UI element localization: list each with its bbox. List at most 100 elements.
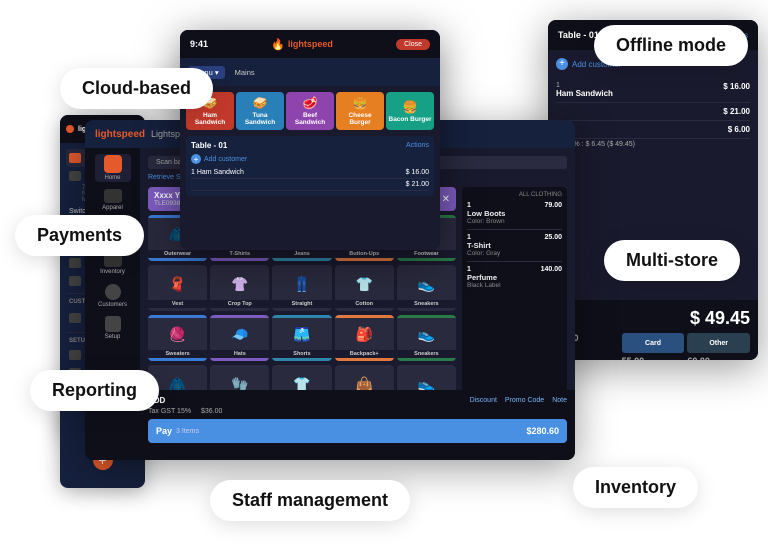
close-icon [69, 258, 81, 268]
status-icon [69, 350, 81, 360]
pay-items: 3 Items [176, 428, 199, 435]
order-item-3: 1 140.00 Perfume Black Label [467, 266, 562, 289]
pos-top-header: 9:41 🔥 lightspeed Close [180, 30, 440, 58]
divider [467, 261, 562, 262]
payments-label: Payments [15, 215, 144, 256]
customer-close-icon[interactable]: ✕ [442, 194, 450, 205]
logo-text: lightspeed [288, 39, 333, 49]
pay-amount: $280.60 [526, 426, 559, 436]
cotton-img: 👕 [335, 268, 394, 300]
subcat-sneakers[interactable]: 👟 Sneakers [397, 265, 456, 311]
tuna-icon: 🥪 [253, 96, 268, 110]
offline-mode-label: Offline mode [594, 25, 748, 66]
tax-row: Tax GST 15% $36.00 [148, 408, 567, 415]
item2-qty: 1 [467, 234, 471, 241]
chip-tuna[interactable]: 🥪 Tuna Sandwich [236, 92, 284, 130]
item1-name: Low Boots [467, 209, 562, 218]
tax-label: Tax GST 15% [148, 408, 191, 415]
cat-sneakers2[interactable]: 👟 Sneakers [397, 315, 456, 361]
item3-sub: Black Label [467, 282, 562, 289]
item2-name: T-Shirt [467, 241, 562, 250]
lightspeed-logo: lightspeed [95, 129, 145, 140]
pay-button[interactable]: Pay 3 Items $280.60 [148, 419, 567, 443]
sidebar-apparel[interactable]: Apparel [95, 186, 131, 214]
ham-label: Ham Sandwich [188, 112, 232, 126]
table-item-2: $ 21.00 [191, 179, 429, 191]
staff-management-label: Staff management [210, 480, 410, 521]
add-customer-row[interactable]: + Add customer [191, 154, 429, 164]
apparel-icon [69, 171, 81, 181]
subcat-cotton[interactable]: 👕 Cotton [335, 265, 394, 311]
chip-bacon[interactable]: 🍔 Bacon Burger [386, 92, 434, 130]
straight-label: Straight [272, 300, 331, 308]
pay-card-button[interactable]: Card [622, 333, 685, 353]
table-section: Table - 01 Actions + Add customer 1 Ham … [186, 136, 434, 196]
pos-top-panel: 9:41 🔥 lightspeed Close menu ▾ Mains 🥪 H… [180, 30, 440, 250]
main-scene: Table - 01 Actions + Add customer 1 Ham … [0, 0, 768, 543]
chip-beef[interactable]: 🥩 Beef Sandwich [286, 92, 334, 130]
button-ups-label: Button-Ups [335, 250, 394, 258]
close-button[interactable]: Close [396, 39, 430, 50]
pos-right-panel: Table - 01 Actions + Add customer 1 Ham … [548, 20, 758, 360]
order-item: 1 Ham Sandwich $ 16.00 [556, 78, 750, 103]
menu-item-mains[interactable]: Mains [229, 66, 261, 79]
sneakers-label: Sneakers [397, 300, 456, 308]
beef-label: Beef Sandwich [288, 112, 332, 126]
cheese-icon: 🍔 [353, 96, 368, 110]
jeans-label: Jeans [272, 250, 331, 258]
outerwear-label: Outerwear [148, 250, 207, 258]
straight-img: 👖 [272, 268, 331, 300]
apparel-box [104, 189, 122, 203]
tshirts-label: T-Shirts [210, 250, 269, 258]
home-dot [104, 155, 122, 173]
pos-right-content: + Add customer 1 Ham Sandwich $ 16.00 $ … [548, 50, 758, 158]
item2-price: 25.00 [544, 234, 562, 241]
order-item-1: 1 79.00 Low Boots Color: Brown [467, 202, 562, 225]
promo-code-link[interactable]: Promo Code [505, 397, 544, 404]
bacon-icon: 🍔 [403, 100, 418, 114]
cat-shorts[interactable]: 🩳 Shorts [272, 315, 331, 361]
sidebar-customers[interactable]: Customers [95, 282, 131, 310]
tax-amount: $36.00 [201, 408, 222, 415]
sidebar-home[interactable]: Home [95, 154, 131, 182]
cash-icon [69, 313, 81, 323]
add-row: ADD Discount Promo Code Note [148, 396, 567, 405]
brand-dot [66, 125, 74, 133]
inventory-icon [69, 276, 81, 286]
pay-other-button[interactable]: Other [687, 333, 750, 353]
cat-hats[interactable]: 🧢 Hats [210, 315, 269, 361]
subcat-crop-top[interactable]: 👚 Crop Top [210, 265, 269, 311]
discount-link[interactable]: Discount [470, 397, 497, 404]
plus-icon: + [556, 58, 568, 70]
actions-btn[interactable]: Actions [406, 142, 429, 149]
cat-backpack[interactable]: 🎒 Backpack+ [335, 315, 394, 361]
item3-qty: 1 [467, 266, 471, 273]
vest-label: Vest [148, 300, 207, 308]
subcat-straight[interactable]: 👖 Straight [272, 265, 331, 311]
item1-sub: Color: Brown [467, 218, 562, 225]
sidebar-setup[interactable]: Setup [95, 314, 131, 342]
table-item-1: 1 Ham Sandwich $ 16.00 [191, 167, 429, 179]
time-display: 9:41 [190, 39, 208, 49]
inventory-label: Inventory [573, 467, 698, 508]
add-section: ADD Discount Promo Code Note Tax GST 15%… [140, 390, 575, 460]
cat-sweaters[interactable]: 🧶 Sweaters [148, 315, 207, 361]
category-row-3: 🧶 Sweaters 🧢 Hats 🩳 Shorts 🎒 [148, 315, 456, 361]
item3-name: Perfume [467, 273, 562, 282]
subcat-vest[interactable]: 🧣 Vest [148, 265, 207, 311]
pos-top-menu: menu ▾ Mains [180, 58, 440, 86]
chip-cheese[interactable]: 🍔 Cheese Burger [336, 92, 384, 130]
cloud-based-label: Cloud-based [60, 68, 213, 109]
add-icon: + [191, 154, 201, 164]
cotton-label: Cotton [335, 300, 394, 308]
all-clothing-label: ALL CLOTHING [467, 192, 562, 198]
multi-store-label: Multi-store [604, 240, 740, 281]
tuna-label: Tuna Sandwich [238, 112, 282, 126]
cheese-label: Cheese Burger [338, 112, 382, 126]
total-row: $ 49.45 55.00 Card Other 55.00 60.00 [548, 300, 758, 360]
item3-price: 140.00 [541, 266, 562, 273]
note-link[interactable]: Note [552, 397, 567, 404]
add-links: Discount Promo Code Note [470, 397, 567, 404]
item-name: Ham Sandwich [556, 89, 723, 98]
item1-qty: 1 [467, 202, 471, 209]
